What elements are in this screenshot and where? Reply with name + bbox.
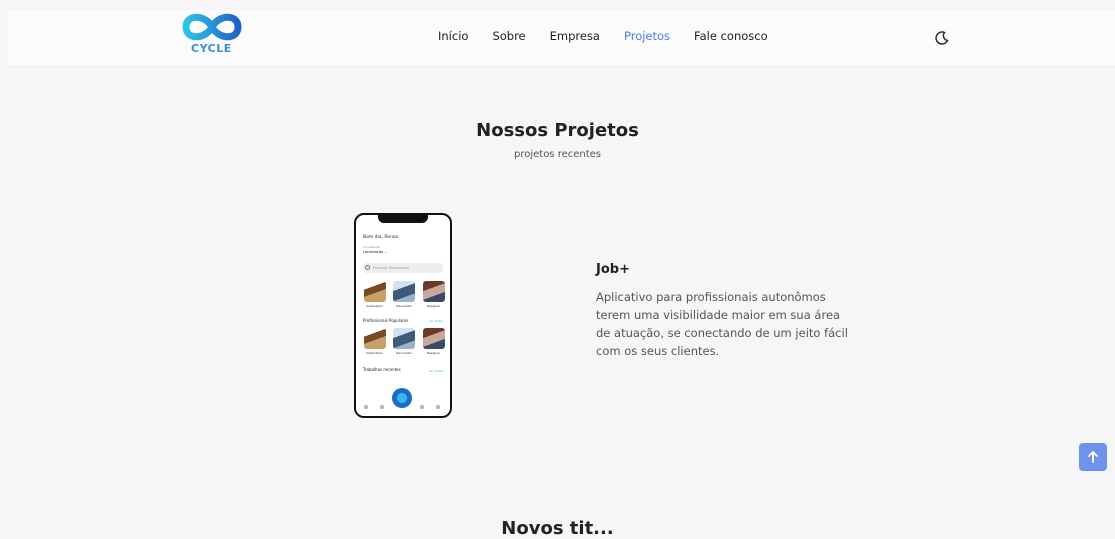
phone-card: Designer (422, 328, 445, 355)
decorador-image (393, 281, 415, 302)
phone-card: Decorador (393, 281, 416, 308)
card-caption: Decorador (396, 304, 412, 308)
phone-greeting: Bom dia, Renan (363, 235, 399, 240)
nav-inicio[interactable]: Início (426, 29, 480, 43)
carpinteiro-image (363, 281, 386, 302)
designer-image (422, 281, 445, 302)
phone-search: Procurar Profissional (363, 263, 443, 273)
next-section-title: Novos tit... (501, 518, 614, 539)
phone-card: Carpinteiro (363, 281, 386, 308)
section-title: Nossos Projetos (476, 120, 639, 141)
designer-image (422, 328, 445, 349)
phone-card: Designer (422, 281, 445, 308)
phone-popular-row: Carpinteiro Decorador Designer (363, 328, 445, 355)
nav-projetos[interactable]: Projetos (612, 29, 682, 43)
phone-tab-bar (356, 388, 449, 416)
nav-fale-conosco[interactable]: Fale conosco (682, 29, 780, 43)
project-description: Aplicativo para profissionais autonômos … (596, 290, 848, 358)
scroll-top-button[interactable] (1079, 443, 1107, 471)
logo-text: CYCLE (191, 42, 232, 55)
home-icon (392, 388, 412, 408)
tab-icon (420, 405, 424, 409)
moon-icon[interactable] (934, 30, 950, 46)
phone-notch (378, 215, 428, 223)
project-phone-mockup: Bom dia, Renan Localização Localização ⌄… (354, 213, 452, 418)
nav-empresa[interactable]: Empresa (538, 29, 612, 43)
nav-sobre[interactable]: Sobre (480, 29, 537, 43)
card-caption: Carpinteiro (366, 304, 383, 308)
phone-location-label: Localização (363, 245, 381, 249)
phone-card: Carpinteiro (363, 328, 386, 355)
phone-see-all: ver todos (428, 319, 443, 323)
card-caption: Designer (426, 304, 441, 308)
section-subtitle: projetos recentes (513, 149, 602, 160)
site-header: CYCLE Início Sobre Empresa Projetos Fale… (8, 10, 1115, 67)
carpinteiro-image (363, 328, 386, 349)
tab-icon (436, 405, 440, 409)
decorador-image (393, 328, 415, 349)
main-nav: Início Sobre Empresa Projetos Fale conos… (426, 29, 780, 43)
card-caption: Designer (426, 351, 441, 355)
card-caption: Carpinteiro (366, 351, 383, 355)
tab-icon (364, 405, 368, 409)
search-icon (365, 265, 370, 270)
phone-location: Localização ⌄ (363, 250, 388, 254)
cycle-logo[interactable]: CYCLE (176, 8, 248, 60)
phone-recent-see-all: ver todos (428, 369, 443, 373)
phone-card: Decorador (393, 328, 416, 355)
arrow-up-icon (1088, 451, 1098, 463)
project-title: Job+ (596, 262, 630, 277)
phone-category-row: Carpinteiro Decorador Designer (363, 281, 445, 308)
tab-icon (380, 405, 384, 409)
phone-recent-title: Trabalhos recentes (363, 367, 401, 372)
card-caption: Decorador (396, 351, 412, 355)
phone-popular-title: Profissionais Populares (363, 318, 409, 323)
